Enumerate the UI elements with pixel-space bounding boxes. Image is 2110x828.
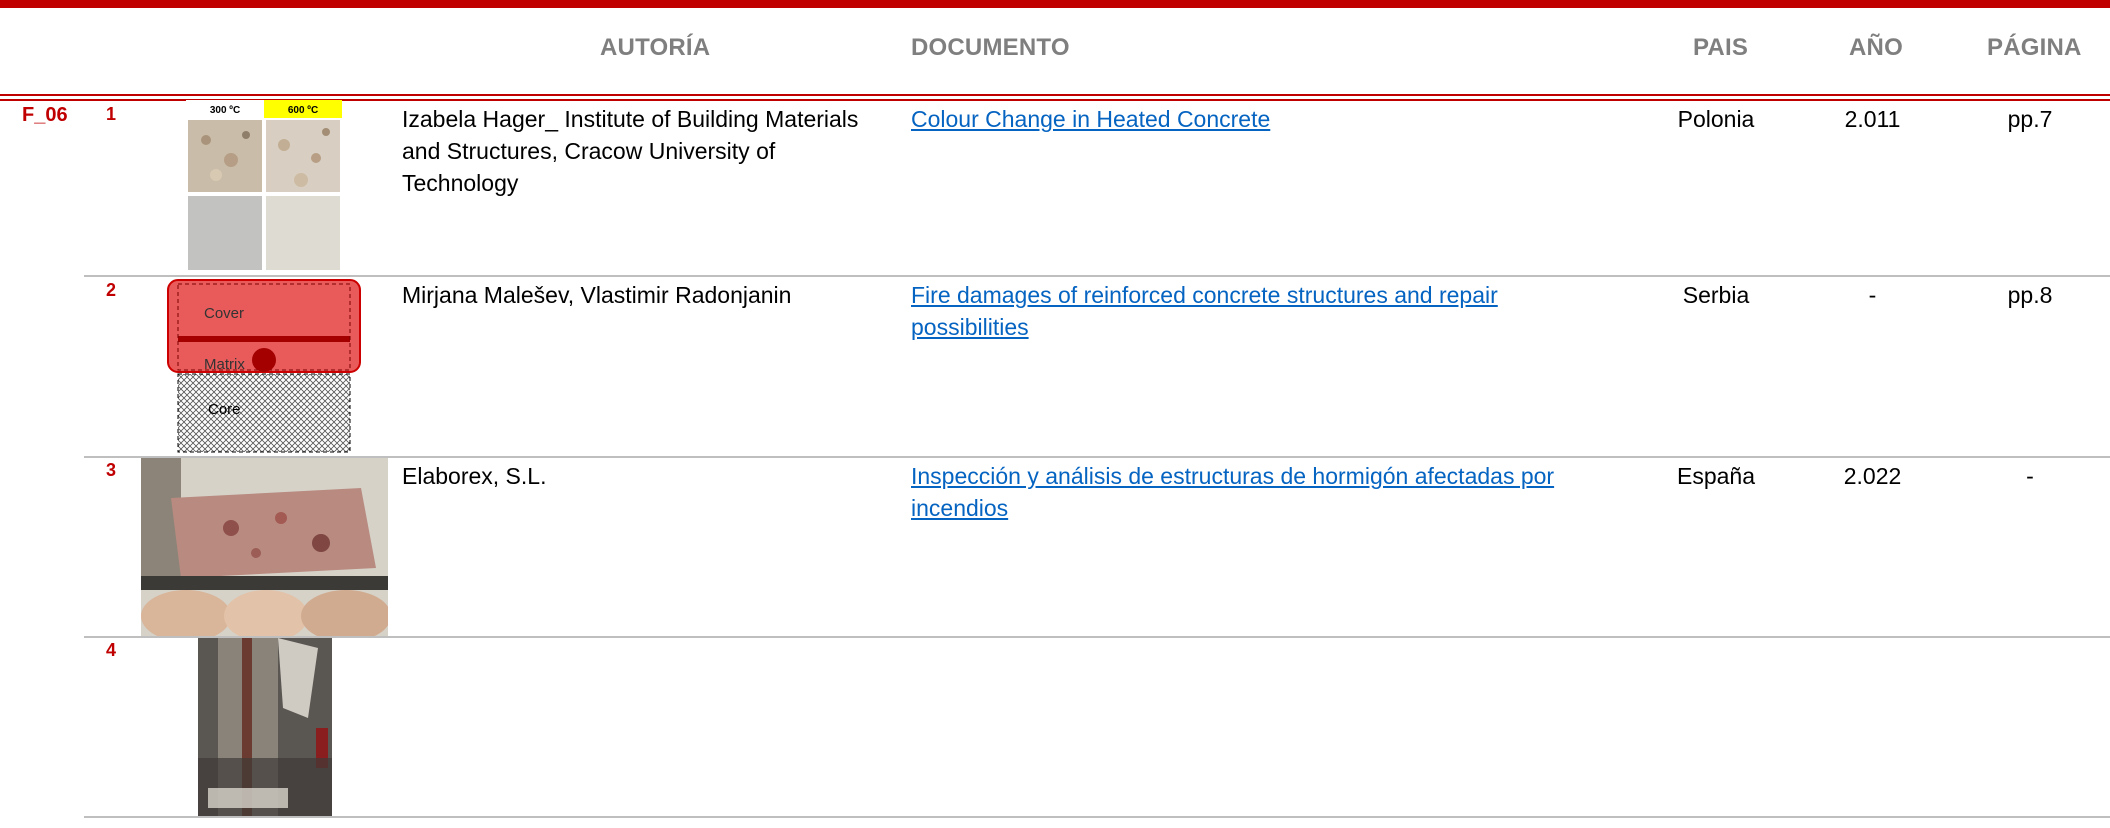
row-number: 1 xyxy=(106,104,117,124)
author-cell: Elaborex, S.L. xyxy=(402,463,547,489)
author-cell: Izabela Hager_ Institute of Building Mat… xyxy=(402,106,859,196)
row-separator xyxy=(84,636,2110,638)
core-label: Core xyxy=(208,401,241,418)
section-ref: F_06 xyxy=(22,104,68,126)
year-cell: 2.011 xyxy=(1844,106,1901,132)
sample-label-600: 600 ºC xyxy=(288,105,318,116)
row-number: 4 xyxy=(106,640,117,660)
country-cell: España xyxy=(1676,463,1755,489)
header-ano: AÑO xyxy=(1849,34,1903,61)
row-number: 3 xyxy=(106,460,117,480)
year-cell: 2.022 xyxy=(1843,463,1902,489)
header-pagina: PÁGINA xyxy=(1987,34,2082,61)
row-separator xyxy=(84,816,2110,818)
page-cell: pp.8 xyxy=(2007,282,2053,308)
page-cell: pp.7 xyxy=(2007,106,2053,132)
header-divider xyxy=(0,94,2110,96)
header-documento: DOCUMENTO xyxy=(911,34,1070,61)
country-cell: Polonia xyxy=(1677,106,1755,132)
header-autoria: AUTORÍA xyxy=(600,34,711,61)
fire-damaged-wall-photo xyxy=(141,458,388,636)
top-accent-bar xyxy=(0,0,2110,8)
concrete-layers-diagram: Cover Matrix Core xyxy=(166,278,362,454)
sample-label-300: 300 ºC xyxy=(210,105,240,116)
year-cell: - xyxy=(1868,282,1877,308)
document-link[interactable]: Inspección y análisis de estructuras de … xyxy=(911,460,1591,524)
heated-concrete-samples-image: 300 ºC 600 ºC xyxy=(186,100,342,272)
damaged-column-photo xyxy=(198,638,332,818)
row-number: 2 xyxy=(106,280,117,300)
document-link[interactable]: Colour Change in Heated Concrete xyxy=(911,103,1611,135)
matrix-label: Matrix xyxy=(204,356,245,373)
cover-label: Cover xyxy=(204,305,244,322)
header-pais: PAIS xyxy=(1693,34,1749,61)
page-cell: - xyxy=(2026,463,2034,489)
document-link[interactable]: Fire damages of reinforced concrete stru… xyxy=(911,279,1551,343)
country-cell: Serbia xyxy=(1682,282,1750,308)
author-cell: Mirjana Malešev, Vlastimir Radonjanin xyxy=(402,282,792,308)
row-separator xyxy=(84,275,2110,277)
